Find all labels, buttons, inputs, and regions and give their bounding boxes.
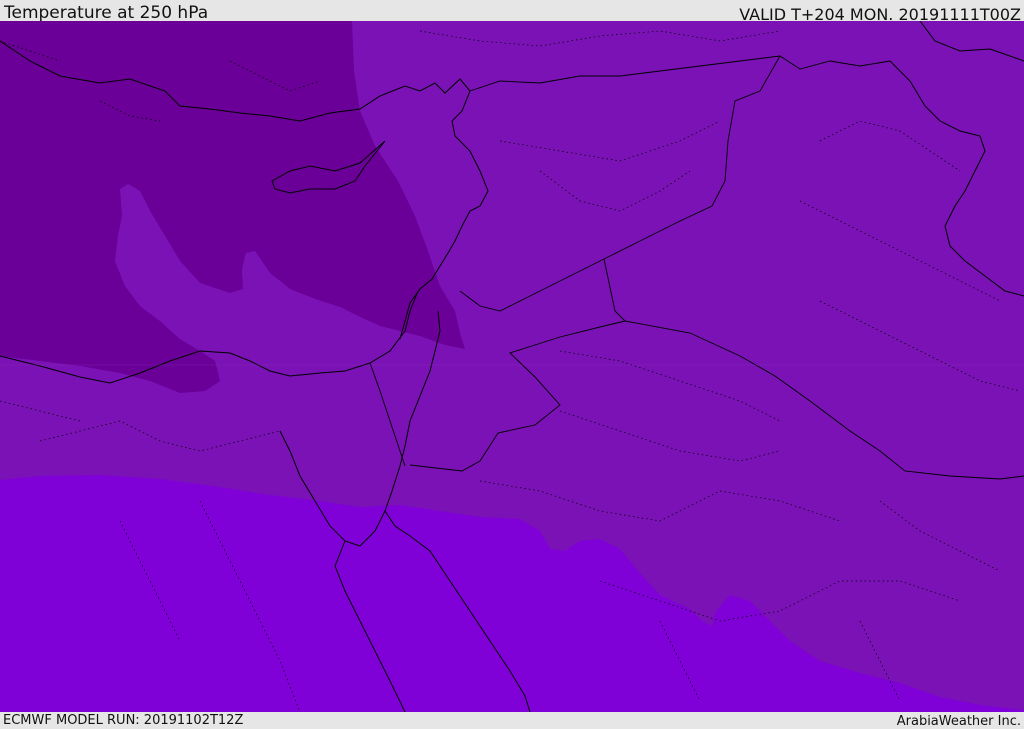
- header-bar: Temperature at 250 hPa VALID T+204 MON. …: [0, 0, 1024, 24]
- map-canvas: [0, 21, 1024, 712]
- footer-bar: ECMWF MODEL RUN: 20191102T12Z ArabiaWeat…: [0, 712, 1024, 729]
- temperature-map: [0, 21, 1024, 712]
- weather-map-frame: Temperature at 250 hPa VALID T+204 MON. …: [0, 0, 1024, 729]
- credit-label: ArabiaWeather Inc.: [896, 714, 1021, 729]
- model-run-label: ECMWF MODEL RUN: 20191102T12Z: [3, 713, 244, 728]
- map-title: Temperature at 250 hPa: [4, 3, 209, 23]
